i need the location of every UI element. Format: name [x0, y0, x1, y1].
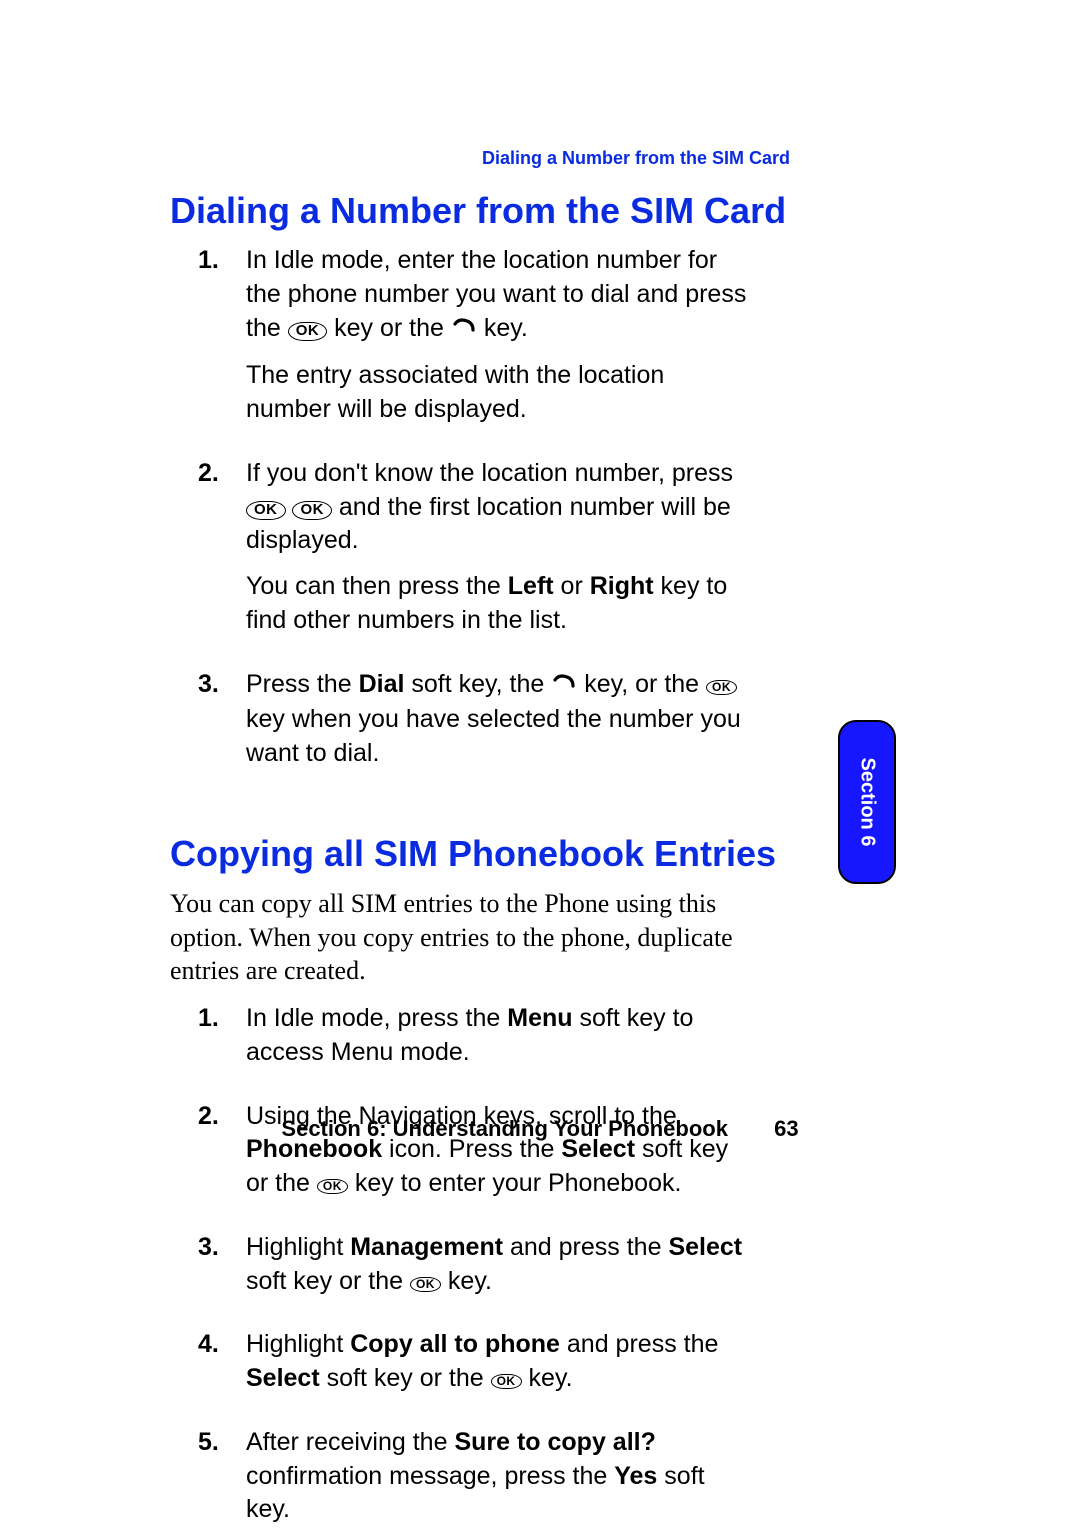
step-number: 1.	[170, 244, 246, 439]
step-text: Highlight Management and press the Selec…	[246, 1231, 750, 1299]
page-number: 63	[774, 1116, 798, 1142]
manual-page: Dialing a Number from the SIM Card Diali…	[0, 0, 1080, 1492]
step-text: You can then press the Left or Right key…	[246, 570, 750, 638]
section-tab: Section 6	[838, 720, 896, 884]
footer-title: Section 6: Understanding Your Phonebook	[281, 1116, 728, 1141]
list-item: 2. If you don't know the location number…	[170, 457, 750, 650]
list-item: 5. After receiving the Sure to copy all?…	[170, 1426, 750, 1539]
steps-copy-sim: 1. In Idle mode, press the Menu soft key…	[170, 1002, 750, 1539]
step-text: Press the Dial soft key, the key, or the…	[246, 668, 750, 771]
intro-text: You can copy all SIM entries to the Phon…	[170, 887, 750, 988]
step-text: After receiving the Sure to copy all? co…	[246, 1426, 750, 1527]
list-item: 3. Highlight Management and press the Se…	[170, 1231, 750, 1311]
page-footer: Section 6: Understanding Your Phonebook …	[0, 1116, 1080, 1142]
step-text: In Idle mode, press the Menu soft key to…	[246, 1002, 750, 1070]
running-head: Dialing a Number from the SIM Card	[482, 148, 790, 169]
step-text: Highlight Copy all to phone and press th…	[246, 1328, 750, 1396]
list-item: 3. Press the Dial soft key, the key, or …	[170, 668, 750, 783]
section-tab-label: Section 6	[856, 758, 879, 847]
ok-key-icon: OK	[491, 1374, 522, 1389]
step-number: 1.	[170, 1002, 246, 1082]
step-text: If you don't know the location number, p…	[246, 457, 750, 558]
list-item: 4. Highlight Copy all to phone and press…	[170, 1328, 750, 1408]
ok-key-icon: OK	[246, 501, 286, 521]
step-number: 4.	[170, 1328, 246, 1408]
list-item: 1. In Idle mode, press the Menu soft key…	[170, 1002, 750, 1082]
call-key-icon	[551, 670, 577, 704]
ok-key-icon: OK	[317, 1179, 348, 1194]
step-number: 3.	[170, 668, 246, 783]
ok-key-icon: OK	[292, 501, 332, 521]
step-number: 3.	[170, 1231, 246, 1311]
step-number: 5.	[170, 1426, 246, 1539]
call-key-icon	[451, 314, 477, 348]
ok-key-icon: OK	[706, 680, 737, 695]
step-text: In Idle mode, enter the location number …	[246, 244, 750, 347]
heading-dialing-sim: Dialing a Number from the SIM Card	[170, 190, 910, 232]
steps-dialing-sim: 1. In Idle mode, enter the location numb…	[170, 244, 750, 783]
list-item: 1. In Idle mode, enter the location numb…	[170, 244, 750, 439]
step-text: Using the Navigation keys, scroll to the…	[246, 1100, 750, 1201]
step-number: 2.	[170, 457, 246, 650]
ok-key-icon: OK	[410, 1277, 441, 1292]
heading-copy-sim: Copying all SIM Phonebook Entries	[170, 833, 910, 875]
step-text: The entry associated with the location n…	[246, 359, 750, 427]
ok-key-icon: OK	[288, 322, 328, 342]
